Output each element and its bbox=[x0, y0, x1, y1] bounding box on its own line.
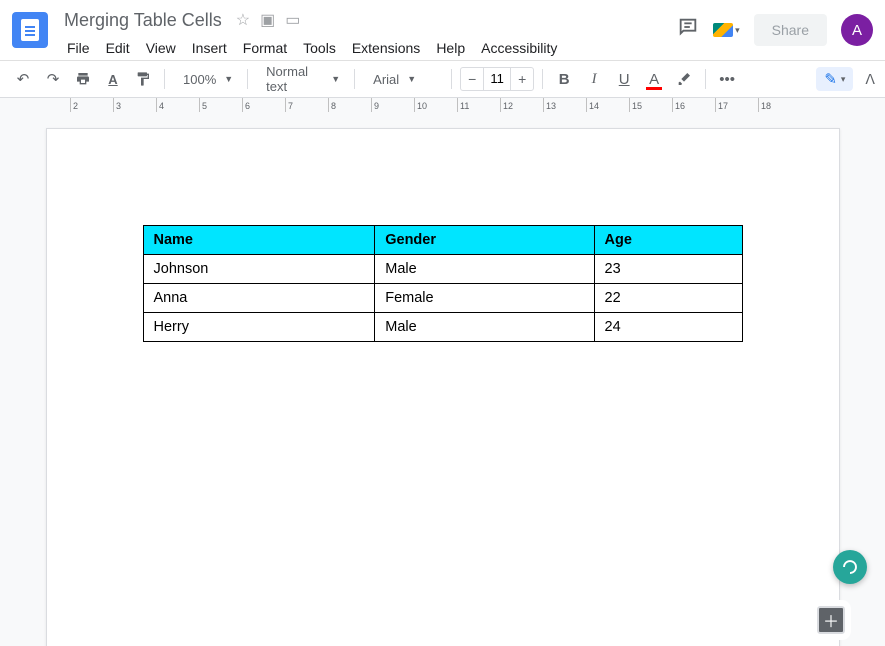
table-header-row[interactable]: Name Gender Age bbox=[143, 226, 742, 255]
table-cell[interactable]: Anna bbox=[143, 284, 375, 313]
menu-accessibility[interactable]: Accessibility bbox=[474, 36, 564, 60]
account-avatar[interactable]: A bbox=[841, 14, 873, 46]
title-area: Merging Table Cells ☆ ▣ ▭ File Edit View… bbox=[60, 8, 677, 60]
menu-bar: File Edit View Insert Format Tools Exten… bbox=[60, 36, 677, 60]
table-header-cell[interactable]: Age bbox=[594, 226, 742, 255]
ruler-tick: 7 bbox=[285, 98, 328, 113]
font-value: Arial bbox=[369, 72, 403, 87]
table-cell[interactable]: Male bbox=[375, 255, 594, 284]
ruler-tick: 10 bbox=[414, 98, 457, 113]
table-row[interactable]: Herry Male 24 bbox=[143, 313, 742, 342]
document-canvas: Name Gender Age Johnson Male 23 Anna Fem… bbox=[0, 112, 885, 646]
menu-extensions[interactable]: Extensions bbox=[345, 36, 427, 60]
font-size-increase[interactable]: + bbox=[511, 71, 533, 87]
cloud-status-icon[interactable]: ▭ bbox=[285, 10, 300, 30]
collapse-toolbar-button[interactable]: ᐱ bbox=[865, 71, 875, 88]
ruler-tick: 5 bbox=[199, 98, 242, 113]
chevron-down-icon: ▼ bbox=[407, 74, 416, 84]
highlight-button[interactable] bbox=[671, 66, 697, 92]
explore-button[interactable] bbox=[833, 550, 867, 584]
spellcheck-button[interactable]: A bbox=[100, 66, 126, 92]
ruler-tick: 18 bbox=[758, 98, 801, 113]
toolbar: ↶ ↷ A 100% ▼ Normal text ▼ Arial ▼ − 11 … bbox=[0, 60, 885, 98]
table-cell[interactable]: 24 bbox=[594, 313, 742, 342]
table-cell[interactable]: Male bbox=[375, 313, 594, 342]
table-header-cell[interactable]: Gender bbox=[375, 226, 594, 255]
share-button[interactable]: Share bbox=[754, 14, 827, 46]
pencil-icon: ✎ bbox=[824, 70, 837, 88]
table-row[interactable]: Johnson Male 23 bbox=[143, 255, 742, 284]
table-row[interactable]: Anna Female 22 bbox=[143, 284, 742, 313]
ruler-tick: 17 bbox=[715, 98, 758, 113]
zoom-dropdown[interactable]: 100% ▼ bbox=[173, 72, 239, 87]
ruler-tick: 9 bbox=[371, 98, 414, 113]
style-value: Normal text bbox=[262, 64, 327, 94]
table-header-cell[interactable]: Name bbox=[143, 226, 375, 255]
page[interactable]: Name Gender Age Johnson Male 23 Anna Fem… bbox=[46, 128, 840, 646]
menu-format[interactable]: Format bbox=[236, 36, 294, 60]
separator bbox=[705, 69, 706, 89]
table-cell[interactable]: Female bbox=[375, 284, 594, 313]
menu-view[interactable]: View bbox=[139, 36, 183, 60]
text-color-button[interactable]: A bbox=[641, 66, 667, 92]
font-dropdown[interactable]: Arial ▼ bbox=[363, 72, 443, 87]
paint-format-button[interactable] bbox=[130, 66, 156, 92]
table-cell[interactable]: 23 bbox=[594, 255, 742, 284]
font-size-decrease[interactable]: − bbox=[461, 71, 483, 87]
ruler-tick: 13 bbox=[543, 98, 586, 113]
star-icon[interactable]: ☆ bbox=[236, 10, 250, 30]
chevron-down-icon: ▼ bbox=[224, 74, 233, 84]
table-cell[interactable]: Herry bbox=[143, 313, 375, 342]
meet-icon[interactable]: ▾ bbox=[713, 23, 740, 37]
menu-file[interactable]: File bbox=[60, 36, 97, 60]
chevron-down-icon: ▼ bbox=[331, 74, 340, 84]
separator bbox=[451, 69, 452, 89]
data-table[interactable]: Name Gender Age Johnson Male 23 Anna Fem… bbox=[143, 225, 743, 342]
ruler-tick: 11 bbox=[457, 98, 500, 113]
separator bbox=[247, 69, 248, 89]
font-size-group: − 11 + bbox=[460, 67, 534, 91]
more-button[interactable]: ••• bbox=[714, 66, 740, 92]
document-title[interactable]: Merging Table Cells bbox=[60, 8, 226, 33]
table-cell[interactable]: 22 bbox=[594, 284, 742, 313]
table-cell[interactable]: Johnson bbox=[143, 255, 375, 284]
styles-dropdown[interactable]: Normal text ▼ bbox=[256, 64, 346, 94]
editing-mode-dropdown[interactable]: ✎ ▾ bbox=[816, 67, 853, 91]
ruler-tick: 15 bbox=[629, 98, 672, 113]
docs-logo-icon[interactable] bbox=[12, 12, 48, 48]
ruler-tick: 8 bbox=[328, 98, 371, 113]
print-button[interactable] bbox=[70, 66, 96, 92]
italic-button[interactable]: I bbox=[581, 66, 607, 92]
feedback-button[interactable]: ＋ bbox=[817, 606, 845, 634]
comments-icon[interactable] bbox=[677, 16, 699, 44]
chevron-down-icon: ▾ bbox=[841, 74, 846, 85]
font-size-value[interactable]: 11 bbox=[483, 68, 511, 90]
zoom-value: 100% bbox=[179, 72, 220, 87]
underline-button[interactable]: U bbox=[611, 66, 637, 92]
menu-insert[interactable]: Insert bbox=[185, 36, 234, 60]
ruler-tick: 16 bbox=[672, 98, 715, 113]
redo-button[interactable]: ↷ bbox=[40, 66, 66, 92]
bold-button[interactable]: B bbox=[551, 66, 577, 92]
undo-button[interactable]: ↶ bbox=[10, 66, 36, 92]
menu-help[interactable]: Help bbox=[429, 36, 472, 60]
ruler-tick: 6 bbox=[242, 98, 285, 113]
move-folder-icon[interactable]: ▣ bbox=[260, 10, 275, 30]
ruler-tick: 12 bbox=[500, 98, 543, 113]
title-row: Merging Table Cells ☆ ▣ ▭ bbox=[60, 8, 677, 32]
menu-edit[interactable]: Edit bbox=[99, 36, 137, 60]
separator bbox=[542, 69, 543, 89]
menu-tools[interactable]: Tools bbox=[296, 36, 343, 60]
separator bbox=[164, 69, 165, 89]
app-header: Merging Table Cells ☆ ▣ ▭ File Edit View… bbox=[0, 0, 885, 60]
ruler-tick: 2 bbox=[70, 98, 113, 113]
ruler-tick: 4 bbox=[156, 98, 199, 113]
ruler-tick: 14 bbox=[586, 98, 629, 113]
separator bbox=[354, 69, 355, 89]
header-right: ▾ Share A bbox=[677, 8, 873, 46]
ruler-tick: 3 bbox=[113, 98, 156, 113]
